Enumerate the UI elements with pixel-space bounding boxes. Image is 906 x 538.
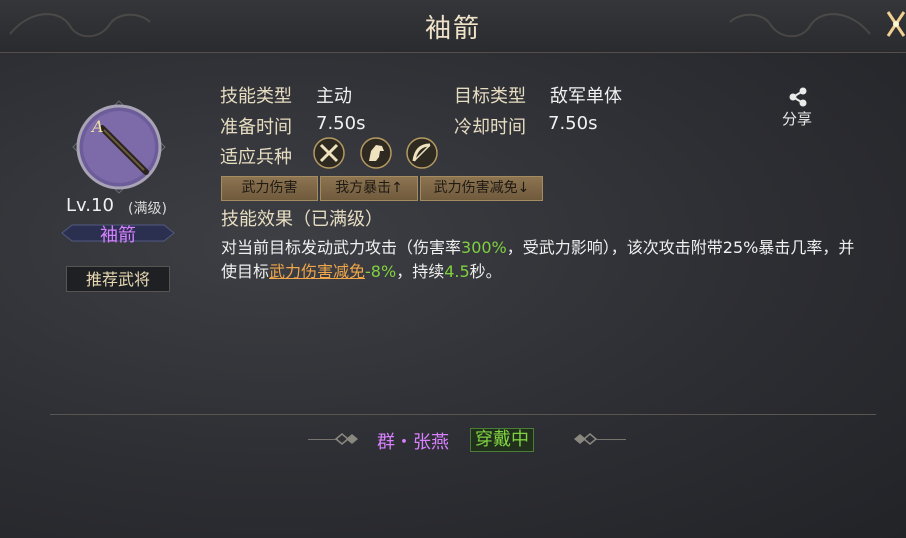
crossed-spears-icon xyxy=(313,137,345,169)
duration-value: 4.5 xyxy=(444,262,470,281)
troop-type-label: 适应兵种 xyxy=(220,147,292,168)
divider xyxy=(50,414,876,415)
tag-martial-damage: 武力伤害 xyxy=(221,176,318,201)
damage-reduction-link[interactable]: 武力伤害减免 xyxy=(269,262,365,281)
divider xyxy=(596,439,626,440)
title-bar: 袖箭 xyxy=(0,0,906,53)
skill-name: 袖箭 xyxy=(100,225,136,246)
target-type-label: 目标类型 xyxy=(454,86,526,107)
window-title: 袖箭 xyxy=(424,14,481,44)
sleeve-arrow-skill-icon: A xyxy=(72,100,166,194)
diamond-ornament-icon xyxy=(334,433,358,445)
diamond-ornament-icon xyxy=(574,433,598,445)
tag-damage-reduction-down: 武力伤害减免↓ xyxy=(420,176,543,201)
skill-type-value: 主动 xyxy=(316,86,352,107)
bow-icon xyxy=(406,137,438,169)
prep-time-value: 7.50s xyxy=(316,113,366,134)
share-button[interactable]: 分享 xyxy=(782,108,812,129)
target-type-value: 敌军单体 xyxy=(550,86,622,107)
recommend-generals-button[interactable]: 推荐武将 xyxy=(66,266,170,292)
owner-general-name: 群・张燕 xyxy=(377,432,449,453)
equipped-status-badge: 穿戴中 xyxy=(470,428,534,452)
desc-part: 秒。 xyxy=(469,262,502,281)
skill-detail-window: 袖箭 A Lv.10 (满级) 袖箭 推荐武将 技能类型 主动 目标类型 敌军单… xyxy=(0,0,906,538)
share-icon[interactable] xyxy=(787,86,809,108)
desc-part: ，持续 xyxy=(396,262,445,281)
close-icon[interactable] xyxy=(884,4,906,44)
reduction-value: -8% xyxy=(365,262,397,281)
tag-crit-up: 我方暴击↑ xyxy=(320,176,418,201)
effect-title: 技能效果（已满级） xyxy=(221,209,383,230)
skill-level: Lv.10 xyxy=(66,195,114,216)
svg-text:A: A xyxy=(90,117,104,136)
skill-type-label: 技能类型 xyxy=(220,86,292,107)
skill-level-max-note: (满级) xyxy=(128,201,167,217)
cooldown-value: 7.50s xyxy=(548,113,598,134)
cooldown-label: 冷却时间 xyxy=(454,117,526,138)
desc-part: 对当前目标发动武力攻击（伤害率 xyxy=(221,238,462,257)
damage-rate-value: 300% xyxy=(461,238,507,257)
effect-description: 对当前目标发动武力攻击（伤害率300%，受武力影响），该次攻击附带25%暴击几率… xyxy=(221,236,861,284)
horse-icon xyxy=(360,137,392,169)
prep-time-label: 准备时间 xyxy=(220,117,292,138)
